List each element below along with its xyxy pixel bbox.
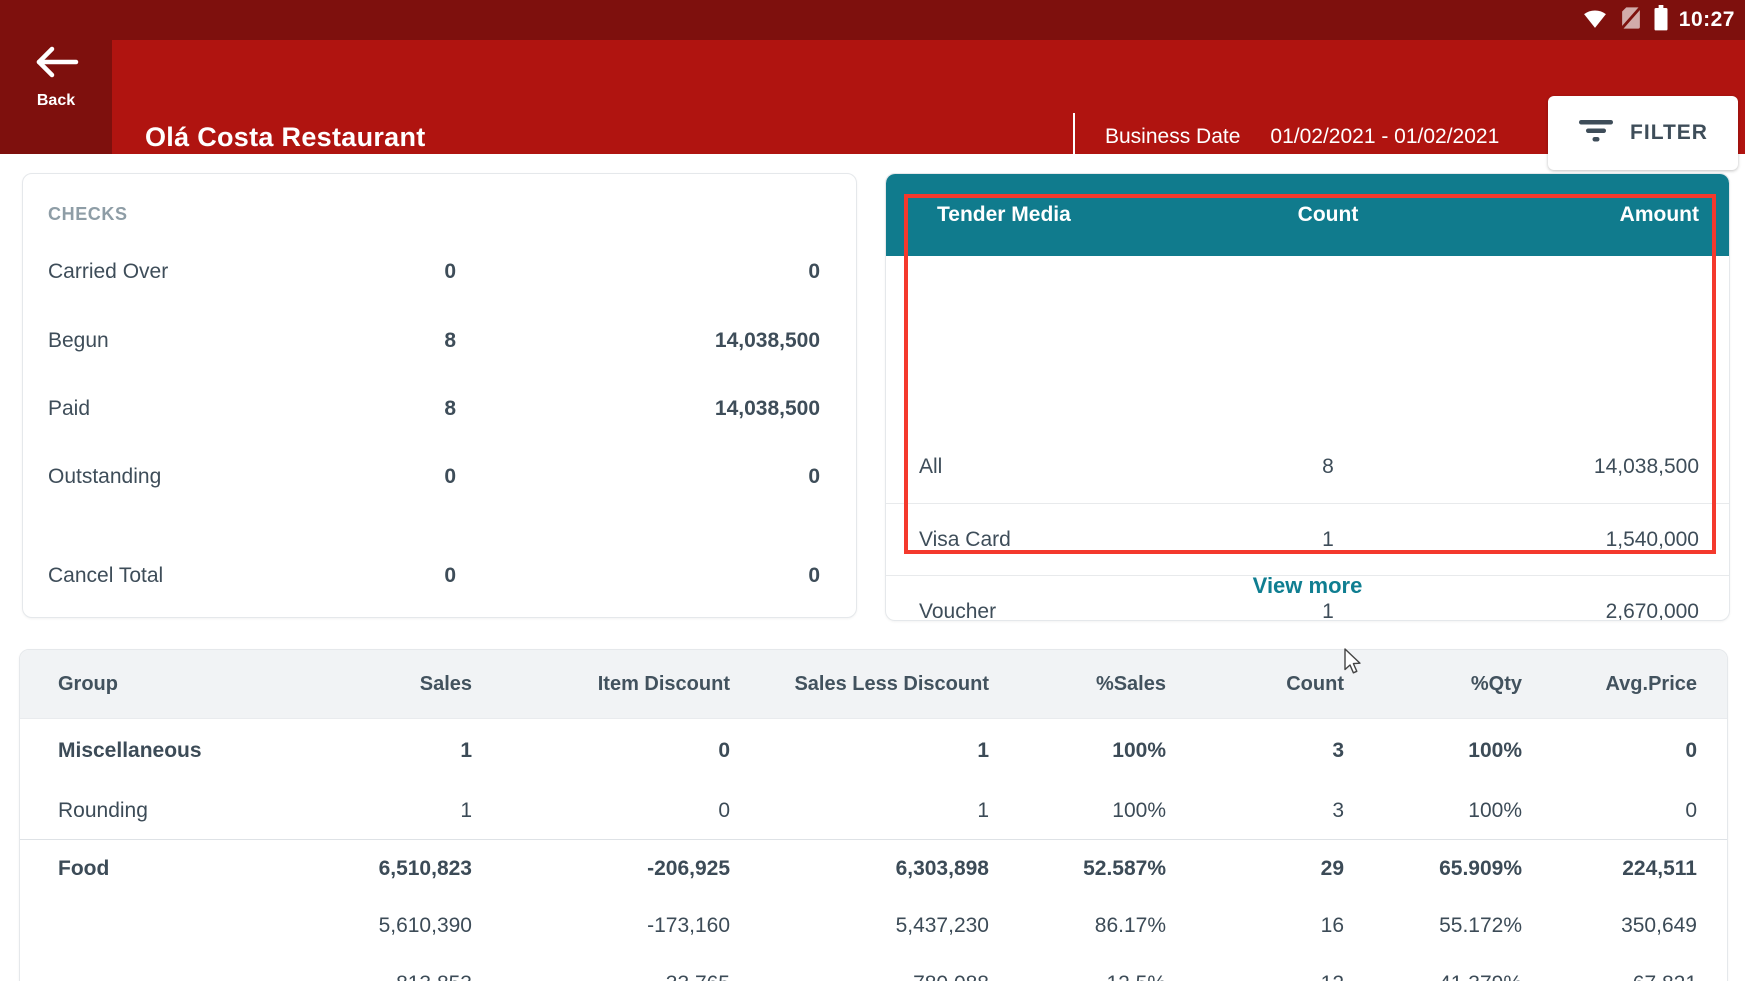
amount-column-header: Amount: [1620, 174, 1699, 256]
checks-row-paid: Paid 8 14,038,500: [23, 397, 856, 427]
sales-cell: 1: [300, 719, 472, 784]
business-date-range[interactable]: 01/02/2021 - 01/02/2021: [1270, 125, 1499, 149]
count-cell: 29: [1166, 840, 1344, 898]
checks-row-amount: 0: [23, 564, 820, 588]
tender-media-card: Tender Media Count Amount All 8 14,038,5…: [885, 173, 1730, 621]
tender-media-header-row: Tender Media Count Amount: [886, 174, 1729, 256]
tender-name: Visa Card: [919, 504, 1011, 576]
view-more-link[interactable]: View more: [886, 573, 1729, 599]
sim-card-off-icon: [1619, 5, 1643, 36]
status-time: 10:27: [1679, 8, 1735, 32]
tender-count: 1: [1248, 504, 1408, 576]
back-button[interactable]: Back: [0, 0, 112, 154]
percent-qty-cell: 65.909%: [1344, 840, 1522, 898]
count-cell: 3: [1166, 719, 1344, 784]
table-row: 813,853 -33,765 780,088 12.5% 12 41.379%…: [20, 954, 1727, 981]
avg-price-cell: 0: [1522, 783, 1727, 840]
battery-icon: [1653, 5, 1669, 36]
percent-sales-cell: 52.587%: [989, 840, 1166, 898]
group-cell: Rounding: [20, 783, 300, 840]
tender-row-visa-card: Visa Card 1 1,540,000: [886, 503, 1729, 576]
item-discount-cell: -33,765: [472, 954, 730, 981]
sales-less-discount-column-header: Sales Less Discount: [730, 650, 989, 719]
group-column-header: Group: [20, 650, 300, 719]
checks-row-amount: 14,038,500: [23, 397, 820, 421]
table-row: Miscellaneous 1 0 1 100% 3 100% 0: [20, 719, 1727, 784]
percent-qty-column-header: %Qty: [1344, 650, 1522, 719]
wifi-icon: [1581, 6, 1609, 35]
sales-less-discount-cell: 780,088: [730, 954, 989, 981]
percent-qty-cell: 55.172%: [1344, 897, 1522, 954]
percent-sales-cell: 100%: [989, 783, 1166, 840]
avg-price-column-header: Avg.Price: [1522, 650, 1727, 719]
percent-qty-cell: 100%: [1344, 783, 1522, 840]
tender-name: All: [919, 431, 942, 503]
checks-row-amount: 0: [23, 260, 820, 284]
back-arrow-icon: [33, 45, 79, 84]
item-discount-cell: -173,160: [472, 897, 730, 954]
screen: 10:27 Olá Costa Restaurant Business Date…: [0, 0, 1745, 981]
sales-less-discount-cell: 1: [730, 719, 989, 784]
tender-media-column-header: Tender Media: [937, 174, 1071, 256]
percent-qty-cell: 100%: [1344, 719, 1522, 784]
percent-qty-cell: 41.379%: [1344, 954, 1522, 981]
table-row: Food 6,510,823 -206,925 6,303,898 52.587…: [20, 840, 1727, 898]
sales-less-discount-cell: 6,303,898: [730, 840, 989, 898]
avg-price-cell: 224,511: [1522, 840, 1727, 898]
checks-card: CHECKS Carried Over 0 0 Begun 8 14,038,5…: [22, 173, 857, 618]
sales-cell: 1: [300, 783, 472, 840]
checks-row-cancel-total: Cancel Total 0 0: [23, 564, 856, 594]
checks-row-begun: Begun 8 14,038,500: [23, 329, 856, 359]
item-discount-column-header: Item Discount: [472, 650, 730, 719]
status-icons: 10:27: [1581, 0, 1735, 40]
count-column-header: Count: [1248, 174, 1408, 256]
group-cell: [20, 954, 300, 981]
tender-amount: 1,540,000: [1606, 504, 1699, 576]
tender-row-all: All 8 14,038,500: [886, 431, 1729, 503]
table-row: 5,610,390 -173,160 5,437,230 86.17% 16 5…: [20, 897, 1727, 954]
percent-sales-cell: 12.5%: [989, 954, 1166, 981]
filter-icon: [1578, 118, 1614, 149]
checks-row-carried-over: Carried Over 0 0: [23, 260, 856, 290]
group-cell: [20, 897, 300, 954]
sales-table-header-row: Group Sales Item Discount Sales Less Dis…: [20, 650, 1727, 719]
sales-group-table-card: Group Sales Item Discount Sales Less Dis…: [19, 649, 1728, 981]
sales-group-table: Group Sales Item Discount Sales Less Dis…: [20, 650, 1727, 981]
percent-sales-column-header: %Sales: [989, 650, 1166, 719]
sales-less-discount-cell: 5,437,230: [730, 897, 989, 954]
sales-column-header: Sales: [300, 650, 472, 719]
header-divider: [1073, 113, 1075, 161]
percent-sales-cell: 100%: [989, 719, 1166, 784]
percent-sales-cell: 86.17%: [989, 897, 1166, 954]
sales-less-discount-cell: 1: [730, 783, 989, 840]
filter-button-label: FILTER: [1630, 121, 1708, 145]
item-discount-cell: 0: [472, 719, 730, 784]
business-date-label: Business Date: [1105, 125, 1240, 149]
sales-cell: 5,610,390: [300, 897, 472, 954]
item-discount-cell: 0: [472, 783, 730, 840]
sales-cell: 6,510,823: [300, 840, 472, 898]
status-bar: 10:27: [0, 0, 1745, 40]
count-column-header: Count: [1166, 650, 1344, 719]
avg-price-cell: 350,649: [1522, 897, 1727, 954]
avg-price-cell: 0: [1522, 719, 1727, 784]
checks-row-amount: 14,038,500: [23, 329, 820, 353]
tender-amount: 14,038,500: [1594, 431, 1699, 503]
tender-count: 8: [1248, 431, 1408, 503]
filter-button[interactable]: FILTER: [1548, 96, 1738, 170]
app-header: Olá Costa Restaurant Business Date 01/02…: [0, 40, 1745, 154]
count-cell: 16: [1166, 897, 1344, 954]
checks-row-outstanding: Outstanding 0 0: [23, 465, 856, 495]
checks-row-amount: 0: [23, 465, 820, 489]
item-discount-cell: -206,925: [472, 840, 730, 898]
back-button-label: Back: [37, 92, 75, 110]
avg-price-cell: 67,821: [1522, 954, 1727, 981]
sales-cell: 813,853: [300, 954, 472, 981]
table-row: Rounding 1 0 1 100% 3 100% 0: [20, 783, 1727, 840]
count-cell: 3: [1166, 783, 1344, 840]
count-cell: 12: [1166, 954, 1344, 981]
group-cell: Food: [20, 840, 300, 898]
group-cell: Miscellaneous: [20, 719, 300, 784]
checks-card-title: CHECKS: [48, 204, 128, 225]
